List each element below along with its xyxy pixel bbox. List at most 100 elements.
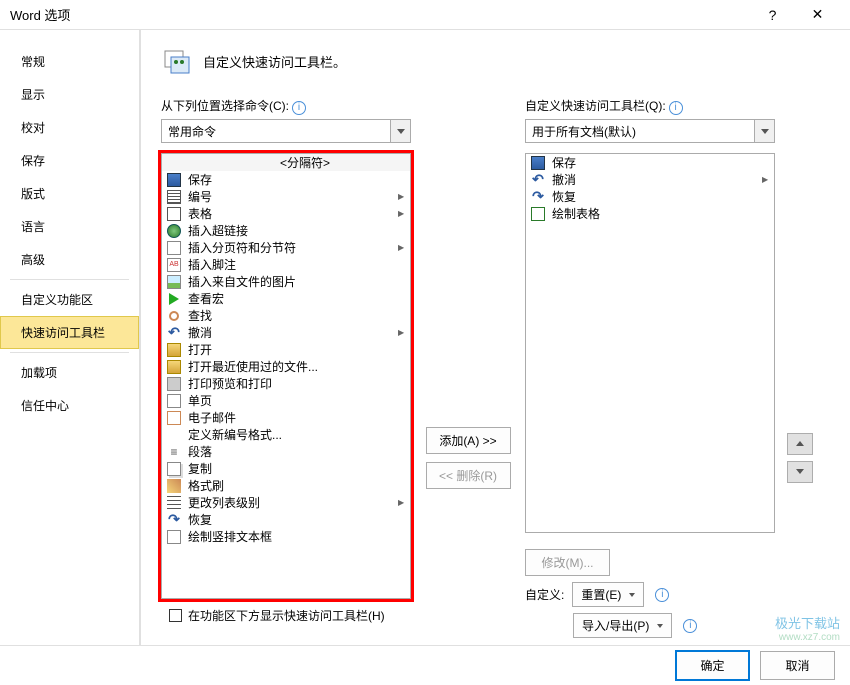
qat-icon <box>161 45 193 77</box>
list-item-label: 绘制表格 <box>552 205 770 222</box>
add-button[interactable]: 添加(A) >> <box>426 427 511 454</box>
current-qat-listbox[interactable]: 保存↶撤消▶↷ 恢复绘制表格 <box>525 153 775 533</box>
list-item[interactable]: ↶撤消▶ <box>526 171 774 188</box>
open-icon <box>166 359 182 375</box>
list-item[interactable]: 更改列表级别▶ <box>162 494 410 511</box>
window-title: Word 选项 <box>10 5 750 24</box>
left-label: 从下列位置选择命令(C):i <box>161 97 411 115</box>
sidebar-item-8[interactable]: 快速访问工具栏 <box>0 316 139 349</box>
sidebar-item-0[interactable]: 常规 <box>0 45 139 78</box>
list-item[interactable]: 打开最近使用过的文件... <box>162 358 410 375</box>
commands-from-dropdown[interactable]: 常用命令 <box>161 119 411 143</box>
sidebar-item-1[interactable]: 显示 <box>0 78 139 111</box>
list-item[interactable]: 电子邮件 <box>162 409 410 426</box>
help-icon[interactable]: i <box>683 619 697 633</box>
submenu-indicator: ▶ <box>398 498 406 507</box>
import-export-dropdown[interactable]: 导入/导出(P) <box>573 613 672 638</box>
list-item-label: 查找 <box>188 307 406 324</box>
pic-icon <box>166 274 182 290</box>
print-icon <box>166 376 182 392</box>
find-icon <box>166 308 182 324</box>
footnote-icon: AB <box>166 257 182 273</box>
available-commands-listbox[interactable]: <分隔符>保存编号▶表格▶插入超链接插入分页符和分节符▶AB插入脚注插入来自文件… <box>161 153 411 599</box>
show-below-ribbon-checkbox[interactable] <box>169 609 182 622</box>
list-item-label: 定义新编号格式... <box>188 426 406 443</box>
list-item[interactable]: 打印预览和打印 <box>162 375 410 392</box>
sidebar-item-2[interactable]: 校对 <box>0 111 139 144</box>
remove-button[interactable]: << 删除(R) <box>426 462 511 489</box>
right-label: 自定义快速访问工具栏(Q):i <box>525 97 775 115</box>
submenu-indicator: ▶ <box>398 209 406 218</box>
help-icon[interactable]: i <box>669 101 683 115</box>
help-icon[interactable]: i <box>655 588 669 602</box>
paragraph-icon: ≡ <box>166 444 182 460</box>
close-button[interactable]: ✕ <box>795 0 840 30</box>
reorder-column <box>787 97 827 638</box>
num-icon <box>166 189 182 205</box>
list-item[interactable]: 插入来自文件的图片 <box>162 273 410 290</box>
list-item[interactable]: 复制 <box>162 460 410 477</box>
list-item-label: 插入分页符和分节符 <box>188 239 398 256</box>
content-panel: 自定义快速访问工具栏。 从下列位置选择命令(C):i 常用命令 <分隔符>保存编… <box>140 30 850 645</box>
list-item[interactable]: 表格▶ <box>162 205 410 222</box>
list-item[interactable]: ↶撤消▶ <box>162 324 410 341</box>
sidebar-item-3[interactable]: 保存 <box>0 144 139 177</box>
list-item[interactable]: 编号▶ <box>162 188 410 205</box>
cancel-button[interactable]: 取消 <box>760 651 835 680</box>
list-item[interactable]: ↷ 恢复 <box>526 188 774 205</box>
table-icon <box>166 206 182 222</box>
redo-icon: ↷ <box>166 512 182 528</box>
help-icon[interactable]: i <box>292 101 306 115</box>
list-item-label: 撤消 <box>552 171 762 188</box>
redo-icon: ↷ <box>530 189 546 205</box>
header-text: 自定义快速访问工具栏。 <box>203 52 346 71</box>
sidebar-item-10[interactable]: 信任中心 <box>0 389 139 422</box>
list-item[interactable]: 保存 <box>526 154 774 171</box>
submenu-indicator: ▶ <box>398 243 406 252</box>
modify-button[interactable]: 修改(M)... <box>525 549 610 576</box>
move-up-button[interactable] <box>787 433 813 455</box>
list-item[interactable]: 查找 <box>162 307 410 324</box>
list-item[interactable]: 打开 <box>162 341 410 358</box>
sidebar-item-6[interactable]: 高级 <box>0 243 139 276</box>
list-item-label: 打印预览和打印 <box>188 375 406 392</box>
list-item[interactable]: 绘制表格 <box>526 205 774 222</box>
list-item[interactable]: ↷ 恢复 <box>162 511 410 528</box>
list-item-label: 恢复 <box>188 511 406 528</box>
list-item[interactable]: 插入超链接 <box>162 222 410 239</box>
list-item[interactable]: AB插入脚注 <box>162 256 410 273</box>
list-item[interactable]: 单页 <box>162 392 410 409</box>
reset-dropdown[interactable]: 重置(E) <box>572 582 644 607</box>
list-item[interactable]: 插入分页符和分节符▶ <box>162 239 410 256</box>
columns: 从下列位置选择命令(C):i 常用命令 <分隔符>保存编号▶表格▶插入超链接插入… <box>161 97 840 638</box>
list-item[interactable]: 查看宏 <box>162 290 410 307</box>
sidebar-item-9[interactable]: 加载项 <box>0 356 139 389</box>
list-item-label: 保存 <box>188 171 406 188</box>
save-icon <box>530 155 546 171</box>
list-item-label: 撤消 <box>188 324 398 341</box>
copy-icon <box>166 461 182 477</box>
help-button[interactable]: ? <box>750 0 795 30</box>
list-item-label: 恢复 <box>552 188 770 205</box>
list-item-label: 打开 <box>188 341 406 358</box>
list-item[interactable]: 绘制竖排文本框 <box>162 528 410 545</box>
list-item[interactable]: ≡ 段落 <box>162 443 410 460</box>
list-item[interactable]: 定义新编号格式... <box>162 426 410 443</box>
middle-column: 添加(A) >> << 删除(R) <box>423 97 513 638</box>
list-item[interactable]: 保存 <box>162 171 410 188</box>
open-icon <box>166 342 182 358</box>
content-header: 自定义快速访问工具栏。 <box>161 45 840 77</box>
list-item[interactable]: <分隔符> <box>162 154 410 171</box>
list-item-label: 段落 <box>188 443 406 460</box>
for-document-dropdown[interactable]: 用于所有文档(默认) <box>525 119 775 143</box>
sidebar-item-7[interactable]: 自定义功能区 <box>0 283 139 316</box>
move-down-button[interactable] <box>787 461 813 483</box>
sidebar-item-5[interactable]: 语言 <box>0 210 139 243</box>
sidebar-item-4[interactable]: 版式 <box>0 177 139 210</box>
ok-button[interactable]: 确定 <box>675 650 750 681</box>
list-item-label: 电子邮件 <box>188 409 406 426</box>
list-item[interactable]: 格式刷 <box>162 477 410 494</box>
list-item-label: 绘制竖排文本框 <box>188 528 406 545</box>
right-column: 自定义快速访问工具栏(Q):i 用于所有文档(默认) 保存↶撤消▶↷ 恢复绘制表格… <box>525 97 775 638</box>
list-item-label: 格式刷 <box>188 477 406 494</box>
